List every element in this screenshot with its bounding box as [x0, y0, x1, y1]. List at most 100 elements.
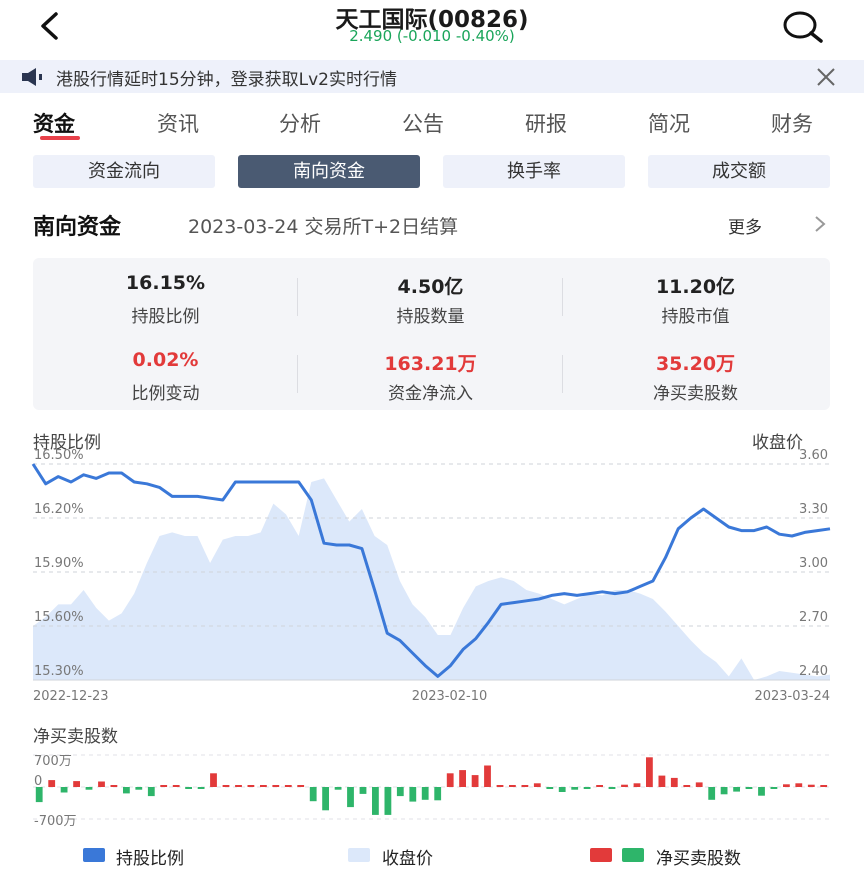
net-shares-bar	[621, 784, 628, 787]
divider	[562, 355, 563, 393]
stat-value-holding-ratio: 16.15%	[125, 272, 206, 294]
net-shares-bar	[110, 785, 118, 787]
net-shares-bar	[35, 787, 43, 803]
net-shares-bar	[60, 787, 68, 793]
x-tick-label: 2022-12-23	[33, 689, 109, 704]
net-shares-bar	[73, 781, 80, 787]
net-shares-bar	[48, 780, 56, 787]
legend-swatch-close-price	[348, 848, 370, 862]
net-shares-bar	[384, 787, 392, 815]
net-shares-bar	[421, 787, 429, 800]
tab-news[interactable]: 资讯	[157, 108, 199, 138]
tab-announcements[interactable]: 公告	[402, 108, 444, 138]
stat-label-holding-value: 持股市值	[661, 307, 730, 327]
x-tick-label: 2023-03-24	[754, 689, 830, 704]
speaker-icon	[22, 68, 42, 86]
net-shares-bar	[521, 785, 529, 787]
stat-value-net-shares: 35.20万	[655, 353, 736, 375]
more-link[interactable]: 更多	[728, 213, 762, 238]
stats-card: 16.15% 持股比例 4.50亿 持股数量 11.20亿 持股市值 0.02%…	[33, 258, 830, 410]
stat-label-holding-ratio: 持股比例	[131, 307, 200, 327]
net-shares-bar	[322, 787, 329, 811]
divider	[297, 355, 298, 393]
stat-label-net-inflow: 资金净流入	[388, 384, 473, 404]
net-shares-bar	[708, 787, 716, 800]
net-shares-bar	[309, 787, 317, 802]
net-shares-bar	[720, 787, 728, 795]
segment-turnover[interactable]: 成交额	[648, 155, 830, 188]
left-tick-label: 16.20%	[34, 502, 84, 517]
net-shares-bar	[222, 785, 230, 787]
right-tick-label: 2.70	[799, 610, 828, 625]
delay-notice-bar[interactable]: 港股行情延时15分钟，登录获取Lv2实时行情	[0, 60, 864, 93]
divider	[297, 278, 298, 316]
divider	[562, 278, 563, 316]
bar-y-tick-label: 700万	[34, 754, 72, 769]
section-subtitle: 2023-03-24 交易所T+2日结算	[188, 216, 459, 238]
tab-profile[interactable]: 简况	[648, 108, 690, 138]
net-shares-bar	[745, 787, 753, 789]
net-shares-bar	[197, 787, 205, 789]
segment-southbound[interactable]: 南向资金	[238, 155, 420, 188]
net-shares-bar	[646, 757, 653, 787]
net-shares-bar	[583, 787, 591, 789]
net-shares-bar	[147, 787, 155, 797]
net-shares-bar	[409, 787, 417, 802]
net-shares-bar	[347, 787, 354, 808]
net-shares-bar	[471, 775, 479, 787]
left-tick-label: 15.90%	[34, 556, 84, 571]
stat-label-net-shares: 净买卖股数	[653, 384, 738, 404]
net-shares-bar-chart[interactable]: 700万 0 -700万	[0, 745, 864, 830]
net-shares-bar	[571, 787, 579, 790]
net-shares-bar	[247, 785, 255, 787]
holding-ratio-chart[interactable]: 16.50% 3.60 16.20% 3.30 15.90% 3.00 15.60% 2.70…	[0, 440, 864, 715]
stat-value-ratio-change: 0.02%	[132, 349, 199, 371]
left-tick-label: 16.50%	[34, 448, 84, 463]
net-shares-bar	[210, 773, 217, 787]
net-shares-bar	[496, 785, 504, 787]
tab-funds[interactable]: 资金	[33, 108, 75, 138]
legend-swatch-holding-ratio	[83, 848, 105, 862]
net-shares-bar	[284, 785, 292, 787]
net-shares-bar	[135, 787, 143, 790]
tab-analysis[interactable]: 分析	[279, 108, 321, 138]
net-shares-bar	[172, 785, 180, 787]
segment-turnover-rate[interactable]: 换手率	[443, 155, 625, 188]
section-title: 南向资金	[33, 215, 122, 240]
segment-fund-flow[interactable]: 资金流向	[33, 155, 215, 188]
legend-swatch-net-sell	[622, 848, 644, 862]
net-shares-bar	[297, 785, 305, 787]
close-icon[interactable]	[815, 66, 837, 88]
net-shares-bar	[758, 787, 765, 796]
close-price-area	[33, 478, 830, 680]
legend-label-close-price: 收盘价	[382, 849, 433, 869]
net-shares-bar	[235, 785, 242, 787]
net-shares-bar	[98, 781, 105, 787]
net-shares-bar	[396, 787, 404, 797]
left-tick-label: 15.30%	[34, 664, 84, 679]
tab-research[interactable]: 研报	[525, 108, 567, 138]
net-shares-bar	[446, 773, 454, 787]
net-shares-bar	[185, 787, 192, 789]
notice-text: 港股行情延时15分钟，登录获取Lv2实时行情	[56, 70, 397, 90]
net-shares-bar	[795, 783, 803, 787]
net-shares-bar	[807, 784, 815, 787]
net-shares-bar	[334, 787, 342, 790]
search-icon[interactable]	[778, 6, 828, 46]
net-shares-bar	[260, 785, 267, 787]
net-shares-bar	[459, 770, 466, 787]
stat-label-ratio-change: 比例变动	[131, 384, 200, 404]
net-shares-bar	[695, 782, 703, 787]
net-shares-bar	[434, 787, 442, 801]
net-shares-bar	[359, 787, 367, 794]
bar-y-tick-label: -700万	[34, 814, 77, 829]
left-tick-label: 15.60%	[34, 610, 84, 625]
bar-chart-title: 净买卖股数	[33, 727, 118, 747]
chevron-right-icon[interactable]	[812, 214, 828, 234]
net-shares-bar	[546, 787, 554, 789]
net-shares-bar	[484, 765, 491, 787]
tab-financials[interactable]: 财务	[771, 108, 813, 138]
right-tick-label: 3.30	[799, 502, 828, 517]
net-shares-bar	[123, 787, 130, 794]
net-shares-bar	[783, 784, 790, 787]
